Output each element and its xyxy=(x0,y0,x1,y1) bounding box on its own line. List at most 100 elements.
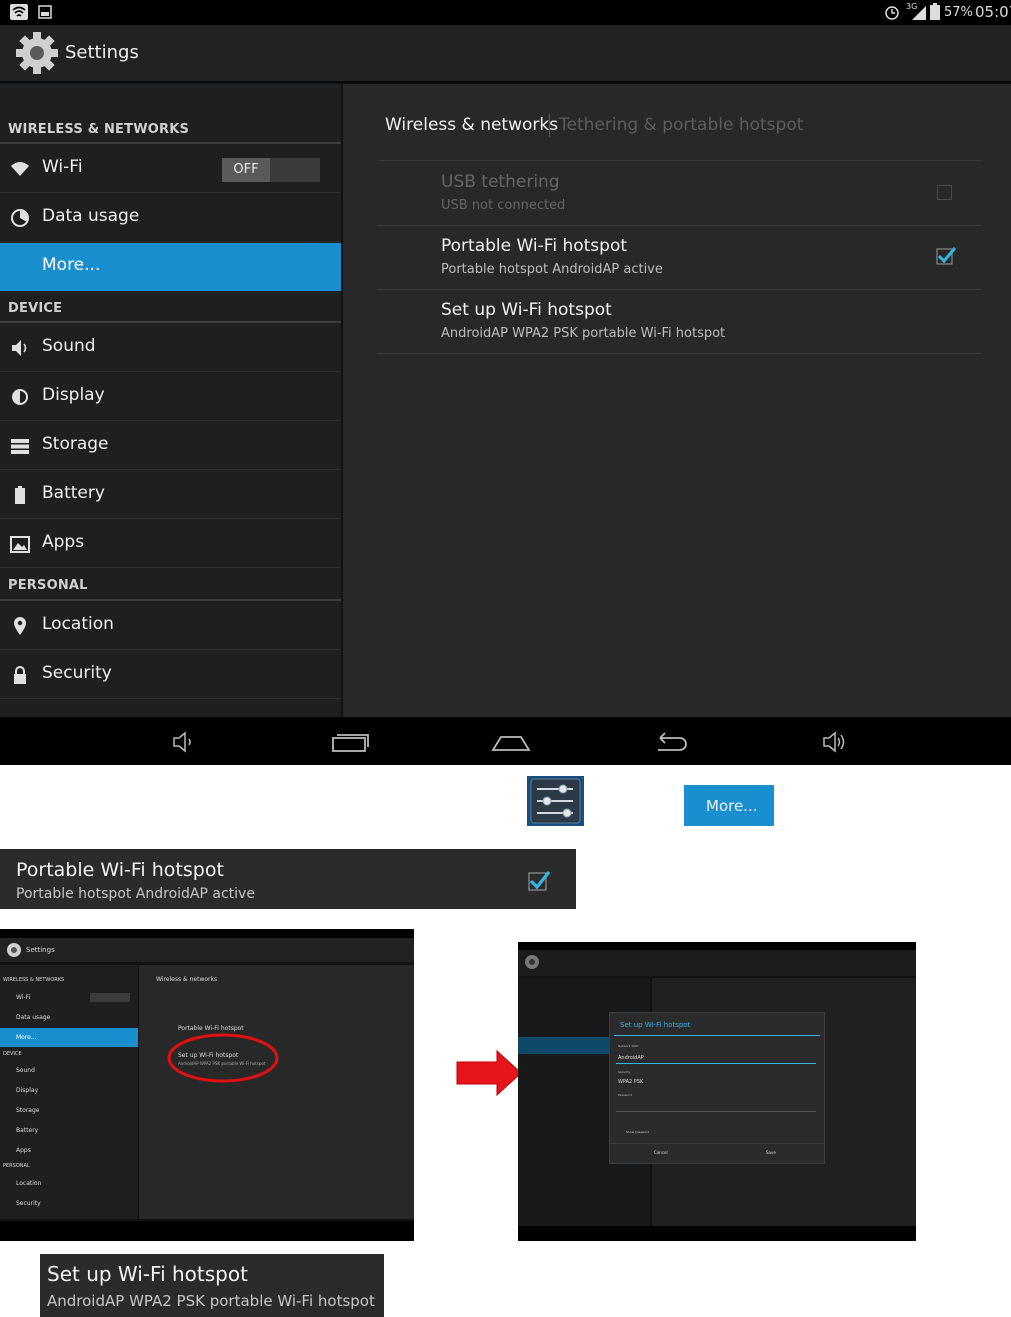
sidebar-item-location[interactable]: Location xyxy=(0,602,341,650)
settings-sidebar: WIRELESS & NETWORKS Wi-Fi OFF Data usage… xyxy=(0,84,341,717)
mini-title: Settings xyxy=(26,946,55,954)
volume-down-icon[interactable] xyxy=(172,731,196,753)
pref-title: Portable Wi-Fi hotspot xyxy=(441,236,628,256)
sidebar-item-display[interactable]: Display xyxy=(0,373,341,421)
crop-summary: Portable hotspot AndroidAP active xyxy=(16,886,255,902)
more-button-label: More... xyxy=(706,797,758,815)
usb-tethering-checkbox[interactable] xyxy=(937,185,952,200)
crop-title: Set up Wi-Fi hotspot xyxy=(47,1262,248,1286)
pref-summary: Portable hotspot AndroidAP active xyxy=(441,262,663,277)
sidebar-item-label: Data usage xyxy=(42,206,140,226)
storage-icon xyxy=(11,439,29,454)
settings-gear-icon[interactable] xyxy=(14,30,60,76)
dialog-show-password[interactable]: Show password xyxy=(626,1130,649,1134)
dialog-ssid-value[interactable]: AndroidAP xyxy=(618,1055,644,1061)
action-bar: Settings xyxy=(0,25,1011,83)
battery-status-icon xyxy=(930,3,940,20)
sidebar-item-label: More... xyxy=(42,255,101,275)
mini-pref: Portable Wi-Fi hotspot xyxy=(178,1025,244,1032)
hotspot-setup-dialog: Set up Wi-Fi hotspot Network SSID Androi… xyxy=(609,1012,825,1164)
sidebar-item-apps[interactable]: Apps xyxy=(0,520,341,568)
tablet-screenshot: 3G 57% 05:07 Settings WIRELESS & NETWORK… xyxy=(0,0,1011,765)
sidebar-item-label: Security xyxy=(42,663,112,683)
mini-item: More... xyxy=(16,1034,37,1041)
crop-title: Portable Wi-Fi hotspot xyxy=(16,859,224,881)
pref-summary: USB not connected xyxy=(441,198,566,213)
lock-icon xyxy=(14,666,26,684)
mini-breadcrumb: Wireless & networks xyxy=(156,976,218,983)
dialog-ssid-label: Network SSID xyxy=(618,1044,639,1048)
pref-title: Set up Wi-Fi hotspot xyxy=(441,300,612,320)
setup-hotspot-crop: Set up Wi-Fi hotspot AndroidAP WPA2 PSK … xyxy=(40,1254,384,1317)
breadcrumb-divider xyxy=(549,113,550,137)
settings-gear-icon xyxy=(7,943,21,957)
status-bar: 3G 57% 05:07 xyxy=(0,0,1011,25)
pref-title: USB tethering xyxy=(441,172,560,192)
mini-screenshot-settings: Settings WIRELESS & NETWORKS Wi-Fi Data … xyxy=(0,929,414,1241)
mini-item: Storage xyxy=(16,1107,40,1114)
dialog-title: Set up Wi-Fi hotspot xyxy=(620,1021,691,1029)
brightness-icon xyxy=(12,389,28,405)
mini-item: Wi-Fi xyxy=(16,994,31,1001)
wifi-notification-icon xyxy=(10,4,28,20)
dialog-save-button[interactable]: Save xyxy=(766,1150,776,1155)
page-title: Settings xyxy=(65,42,139,63)
checkbox-checked-icon[interactable] xyxy=(528,869,550,891)
sidebar-item-sound[interactable]: Sound xyxy=(0,324,341,372)
mini-item: Display xyxy=(16,1087,39,1094)
dialog-password-label: Password xyxy=(618,1093,633,1097)
sidebar-item-data-usage[interactable]: Data usage xyxy=(0,194,341,242)
pref-portable-hotspot[interactable]: Portable Wi-Fi hotspot Portable hotspot … xyxy=(377,226,982,290)
clock: 05:07 xyxy=(975,3,1011,21)
speaker-icon xyxy=(12,340,27,356)
mini-header: DEVICE xyxy=(3,1051,22,1057)
wifi-icon xyxy=(11,162,29,176)
sidebar-item-label: Wi-Fi xyxy=(42,157,83,177)
data-usage-icon xyxy=(11,209,29,227)
recent-apps-icon[interactable] xyxy=(330,731,370,753)
sidebar-item-storage[interactable]: Storage xyxy=(0,422,341,470)
sidebar-item-label: Battery xyxy=(42,483,105,503)
hotspot-crop: Portable Wi-Fi hotspot Portable hotspot … xyxy=(0,849,576,909)
mini-item: Location xyxy=(16,1180,42,1187)
hotspot-checkbox-checked[interactable] xyxy=(936,246,956,266)
signal-icon xyxy=(912,6,926,20)
section-header-wireless: WIRELESS & NETWORKS xyxy=(8,122,190,137)
breadcrumb-parent[interactable]: Wireless & networks xyxy=(385,115,558,135)
pref-usb-tethering[interactable]: USB tethering USB not connected xyxy=(377,162,982,226)
pref-summary: AndroidAP WPA2 PSK portable Wi-Fi hotspo… xyxy=(441,326,726,341)
dialog-security-value[interactable]: WPA2 PSK xyxy=(618,1079,643,1085)
more-button-crop[interactable]: More... xyxy=(684,785,774,826)
sidebar-item-battery[interactable]: Battery xyxy=(0,471,341,519)
mini-item: Apps xyxy=(16,1147,31,1154)
toggle-off-label: OFF xyxy=(222,158,270,182)
divider xyxy=(377,160,982,161)
section-header-device: DEVICE xyxy=(8,301,63,316)
pref-setup-hotspot[interactable]: Set up Wi-Fi hotspot AndroidAP WPA2 PSK … xyxy=(377,290,982,354)
sidebar-item-wifi[interactable]: Wi-Fi OFF xyxy=(0,145,341,193)
home-icon[interactable] xyxy=(490,731,532,753)
mini-item: Security xyxy=(16,1200,41,1207)
dialog-cancel-button[interactable]: Cancel xyxy=(654,1150,668,1155)
battery-percent: 57% xyxy=(944,5,973,20)
screenshot-notification-icon xyxy=(38,5,52,19)
divider xyxy=(0,142,341,144)
wifi-toggle[interactable]: OFF xyxy=(222,158,320,182)
mini-header: WIRELESS & NETWORKS xyxy=(3,977,65,983)
back-icon[interactable] xyxy=(652,731,690,753)
sidebar-item-security[interactable]: Security xyxy=(0,651,341,699)
alarm-icon xyxy=(885,6,899,20)
red-arrow-icon xyxy=(456,1049,522,1097)
sidebar-item-label: Apps xyxy=(42,532,85,552)
sidebar-item-more[interactable]: More... xyxy=(0,243,341,291)
sidebar-item-label: Sound xyxy=(42,336,96,356)
mini-item: Battery xyxy=(16,1127,39,1134)
mini-screenshot-dialog: Set up Wi-Fi hotspot Network SSID Androi… xyxy=(518,942,916,1241)
section-header-personal: PERSONAL xyxy=(8,578,88,593)
red-highlight-circle xyxy=(167,1033,279,1083)
volume-up-icon[interactable] xyxy=(822,731,850,753)
crop-summary: AndroidAP WPA2 PSK portable Wi-Fi hotspo… xyxy=(47,1292,375,1310)
settings-gear-icon xyxy=(525,955,539,969)
breadcrumb-current: Tethering & portable hotspot xyxy=(559,115,804,135)
settings-app-icon[interactable] xyxy=(527,776,584,826)
